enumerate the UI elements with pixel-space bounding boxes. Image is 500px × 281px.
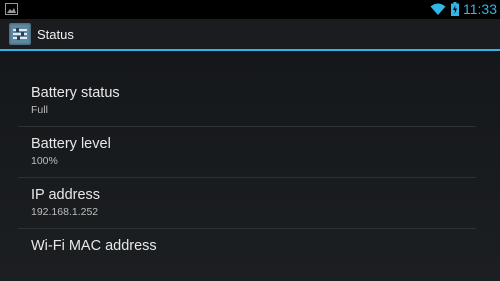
- list-item-battery-status[interactable]: Battery status Full: [18, 76, 476, 127]
- list-item-battery-level[interactable]: Battery level 100%: [18, 127, 476, 178]
- item-title: Battery level: [31, 136, 111, 152]
- battery-icon: [451, 2, 459, 16]
- status-list: Battery status Full Battery level 100% I…: [18, 76, 476, 280]
- item-summary: 100%: [31, 155, 58, 167]
- action-bar: Status: [0, 19, 500, 51]
- item-title: Wi-Fi MAC address: [31, 238, 157, 254]
- image-icon: [5, 3, 18, 15]
- status-bar-clock: 11:33: [463, 1, 497, 17]
- item-summary: Full: [31, 104, 48, 116]
- item-summary: 192.168.1.252: [31, 206, 99, 218]
- page-title: Status: [37, 27, 74, 42]
- list-item-wifi-mac-address[interactable]: Wi-Fi MAC address: [18, 229, 476, 280]
- item-title: Battery status: [31, 85, 120, 101]
- action-bar-divider: [0, 49, 500, 51]
- screen: 11:33 Status Battery status Full Battery…: [0, 0, 500, 281]
- status-bar: 11:33: [0, 0, 500, 19]
- settings-app-icon[interactable]: [9, 23, 31, 45]
- item-title: IP address: [31, 187, 101, 203]
- list-item-ip-address[interactable]: IP address 192.168.1.252: [18, 178, 476, 229]
- wifi-icon: [430, 3, 446, 15]
